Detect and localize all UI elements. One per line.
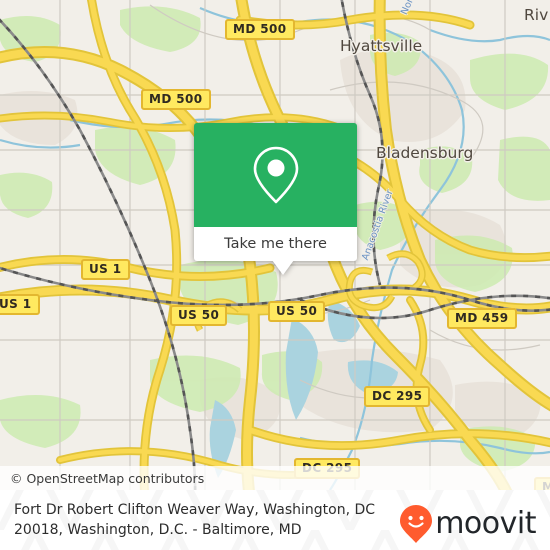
shield-us-50-right: US 50 bbox=[268, 301, 326, 322]
shield-md-459: MD 459 bbox=[447, 308, 517, 329]
screenshot-root: Hyattsville Bladensburg Riv Northeast Br… bbox=[0, 0, 550, 550]
moovit-brand[interactable]: moovit bbox=[399, 504, 536, 544]
address-text: Fort Dr Robert Clifton Weaver Way, Washi… bbox=[0, 500, 375, 540]
map-pin-icon bbox=[253, 146, 298, 204]
shield-us-50-left: US 50 bbox=[170, 305, 228, 326]
popup-header bbox=[194, 123, 357, 227]
popup-footer[interactable]: Take me there bbox=[194, 227, 357, 261]
address-line-1: Fort Dr Robert Clifton Weaver Way, Washi… bbox=[14, 502, 376, 518]
osm-attribution-text: © OpenStreetMap contributors bbox=[10, 470, 205, 486]
map-canvas[interactable]: Hyattsville Bladensburg Riv Northeast Br… bbox=[0, 0, 550, 490]
osm-attribution-bar: © OpenStreetMap contributors bbox=[0, 466, 550, 490]
shield-md-500-top: MD 500 bbox=[225, 19, 295, 40]
moovit-wordmark: moovit bbox=[435, 506, 536, 541]
popup-pointer-tail bbox=[272, 260, 294, 275]
shield-us-1-edge: US 1 bbox=[0, 294, 40, 315]
address-line-2: 20018, Washington, D.C. - Baltimore, MD bbox=[14, 522, 302, 538]
location-popup-card[interactable]: Take me there bbox=[194, 123, 357, 275]
shield-us-1: US 1 bbox=[81, 259, 130, 280]
shield-dc-295-upper: DC 295 bbox=[364, 386, 431, 407]
shield-md-500-left: MD 500 bbox=[141, 89, 211, 110]
moovit-pin-logo-icon bbox=[400, 505, 433, 543]
footer-bar: Fort Dr Robert Clifton Weaver Way, Washi… bbox=[0, 490, 550, 550]
take-me-there-button[interactable]: Take me there bbox=[224, 236, 327, 252]
